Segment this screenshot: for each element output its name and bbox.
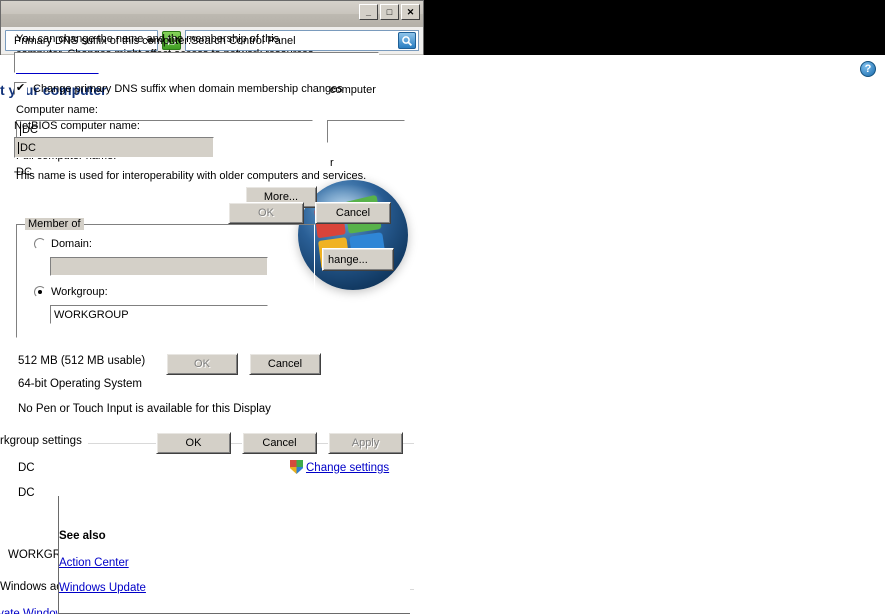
desktop: _ □ ✕ ▼ Search Control Panel ? t your co…: [0, 0, 885, 614]
change-primary-dns-suffix-label: Change primary DNS suffix when domain me…: [33, 82, 343, 95]
primary-dns-suffix-label: Primary DNS suffix of this computer:: [14, 35, 192, 47]
netbios-computer-name-value: DC: [20, 141, 36, 154]
checkmark-icon: ✔: [15, 82, 26, 94]
control-panel-maximize-button[interactable]: □: [380, 4, 399, 20]
primary-dns-suffix-input[interactable]: [14, 52, 379, 73]
control-panel-minimize-button[interactable]: _: [359, 4, 378, 20]
dns-cancel-button[interactable]: Cancel: [315, 202, 391, 224]
netbios-computer-name-label: NetBIOS computer name:: [14, 120, 140, 132]
dns-dialog-buttons: OK Cancel: [228, 202, 391, 224]
netbios-note: This name is used for interoperability w…: [14, 170, 367, 182]
dns-dialog-body: Primary DNS suffix of this computer: ✔ C…: [0, 20, 885, 614]
change-primary-dns-suffix-row[interactable]: ✔ Change primary DNS suffix when domain …: [14, 82, 343, 95]
change-primary-dns-suffix-checkbox[interactable]: ✔: [14, 82, 27, 95]
dns-ok-button: OK: [228, 202, 304, 224]
netbios-computer-name-input[interactable]: DC: [14, 137, 214, 158]
control-panel-close-button[interactable]: ✕: [401, 4, 420, 20]
